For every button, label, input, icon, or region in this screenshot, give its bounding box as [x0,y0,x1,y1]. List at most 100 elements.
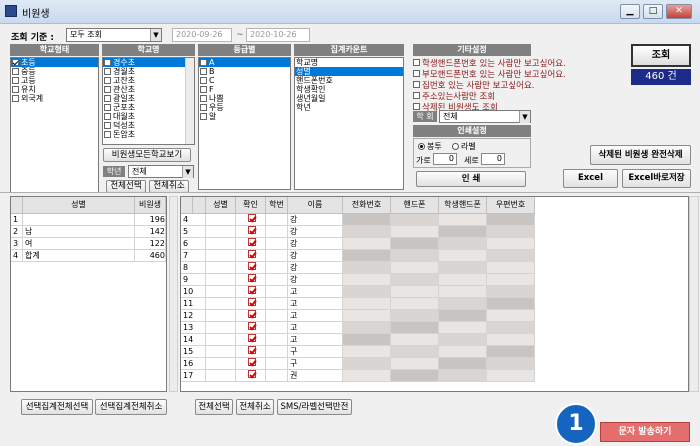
date-from-field[interactable]: 2020-09-26 [172,28,232,42]
search-button[interactable]: 조회 [631,44,691,67]
option-checkbox-row[interactable]: 학생핸드폰번호 있는 사람만 보고싶어요. [413,57,603,69]
sms-label-toggle-button[interactable]: SMS/라벨선택반전 [277,399,352,415]
check-icon[interactable] [247,310,256,318]
summary-list[interactable]: 학교명 성별 핸드폰번호 학생확인 생년월일 학년 [294,57,404,190]
check-icon[interactable] [247,334,256,342]
excel-button[interactable]: Excel [563,169,618,188]
checkbox[interactable] [413,70,420,77]
checkbox[interactable] [12,86,19,93]
list-item[interactable]: 유치 [11,85,98,94]
table-row[interactable]: 11 고 [181,298,688,310]
table-row[interactable]: 16 구 [181,358,688,370]
list-item[interactable]: F [199,85,290,94]
table-row[interactable]: 6강 [181,238,688,250]
checkbox[interactable] [413,92,420,99]
list-item[interactable]: 경수초 [103,58,194,67]
checkbox[interactable] [12,59,19,66]
checkbox[interactable] [200,77,207,84]
list-item[interactable]: 경월초 [103,67,194,76]
filter-select[interactable]: 모두 조회 ▼ [66,28,162,42]
table-row[interactable]: 7강 [181,250,688,262]
check-icon[interactable] [247,286,256,294]
option-checkbox-row[interactable]: 주소있는사람만 조회 [413,90,603,102]
list-item[interactable]: 초등 [11,58,98,67]
check-icon[interactable] [247,274,256,282]
checkbox[interactable] [104,122,111,129]
school-name-list[interactable]: 경수초 경월초 고잔초 관산초 광일초 군포초 대월초 덕성초 돈암초 [102,57,195,145]
checkbox[interactable] [12,95,19,102]
checkbox[interactable] [413,59,420,66]
view-all-schools-button[interactable]: 비원생모든학교보기 [103,148,191,162]
list-item[interactable]: A [199,58,290,67]
checkbox[interactable] [200,95,207,102]
list-item[interactable]: 고등 [11,76,98,85]
student-select-all-button[interactable]: 전체선택 [195,399,233,415]
list-item[interactable]: 알 [199,112,290,121]
column-header[interactable] [193,197,206,214]
table-row[interactable]: 13 고 [181,322,688,334]
column-header[interactable] [181,197,193,214]
checkbox[interactable] [200,68,207,75]
table-row[interactable]: 8강 [181,262,688,274]
student-cancel-all-button[interactable]: 전체취소 [236,399,274,415]
student-grid-scrollbar[interactable] [689,196,699,392]
table-row[interactable]: 1 196 [11,214,166,226]
table-row[interactable]: 15 구 [181,346,688,358]
column-header[interactable]: 학번 [266,197,288,214]
list-item[interactable]: 고잔초 [103,76,194,85]
column-header[interactable]: 핸드폰 [391,197,439,214]
checkbox[interactable] [200,59,207,66]
list-item[interactable]: 관산초 [103,85,194,94]
table-row[interactable]: 2 남 142 [11,226,166,238]
summary-grid[interactable]: 성별 비원생 1 196 2 남 142 3 여 122 4 합계 460 [10,196,167,392]
column-header[interactable] [11,197,23,214]
envelope-radio[interactable]: 봉투 [418,141,442,152]
column-header[interactable]: 비원생 [135,197,166,214]
table-row[interactable]: 17 권 [181,370,688,382]
list-item[interactable]: 군포초 [103,103,194,112]
list-item[interactable]: 생년월일 [295,94,403,103]
list-item[interactable]: 광일초 [103,94,194,103]
checkbox[interactable] [104,113,111,120]
checkbox[interactable] [104,104,111,111]
excel-save-button[interactable]: Excel바로저장 [622,169,691,188]
check-icon[interactable] [247,238,256,246]
list-item[interactable]: 대월초 [103,112,194,121]
column-header[interactable]: 이름 [288,197,343,214]
table-row[interactable]: 10 고 [181,286,688,298]
column-header[interactable]: 전화번호 [343,197,391,214]
list-item[interactable]: 우등 [199,103,290,112]
list-item[interactable]: B [199,67,290,76]
summary-select-all-button[interactable]: 선택집계전체선택 [21,399,93,415]
grade-select[interactable]: 전체 ▼ [128,165,194,178]
send-sms-button[interactable]: 문자 발송하기 [600,422,690,442]
list-item[interactable]: 학생확인 [295,85,403,94]
check-icon[interactable] [247,346,256,354]
list-item[interactable]: 학년 [295,103,403,112]
list-item[interactable]: 성별 [295,67,403,76]
grade-list[interactable]: A B C F 나쁨 우등 알 [198,57,291,190]
rows-input[interactable]: 0 [433,153,457,165]
table-row[interactable]: 9강 [181,274,688,286]
other-grade-select[interactable]: 전체 ▼ [439,110,531,123]
table-row[interactable]: 12 고 [181,310,688,322]
list-item[interactable]: 핸드폰번호 [295,76,403,85]
checkbox[interactable] [104,131,111,138]
column-header[interactable]: 확인 [236,197,266,214]
print-button[interactable]: 인 쇄 [416,171,526,187]
checkbox[interactable] [104,86,111,93]
list-item[interactable]: C [199,76,290,85]
cols-input[interactable]: 0 [481,153,505,165]
permanent-delete-button[interactable]: 삭제된 비원생 완전삭제 [590,145,691,165]
summary-grid-scrollbar[interactable] [169,196,178,392]
summary-cancel-all-button[interactable]: 선택집계전체취소 [95,399,167,415]
column-header[interactable]: 우편번호 [487,197,535,214]
check-icon[interactable] [247,298,256,306]
check-icon[interactable] [247,322,256,330]
close-icon[interactable]: ✕ [666,4,692,19]
school-name-scrollbar[interactable] [185,58,194,144]
table-row[interactable]: 14 고 [181,334,688,346]
option-checkbox-row[interactable]: 부모핸드폰번호 있는 사람만 보고싶어요. [413,68,603,80]
checkbox[interactable] [200,104,207,111]
checkbox[interactable] [200,86,207,93]
